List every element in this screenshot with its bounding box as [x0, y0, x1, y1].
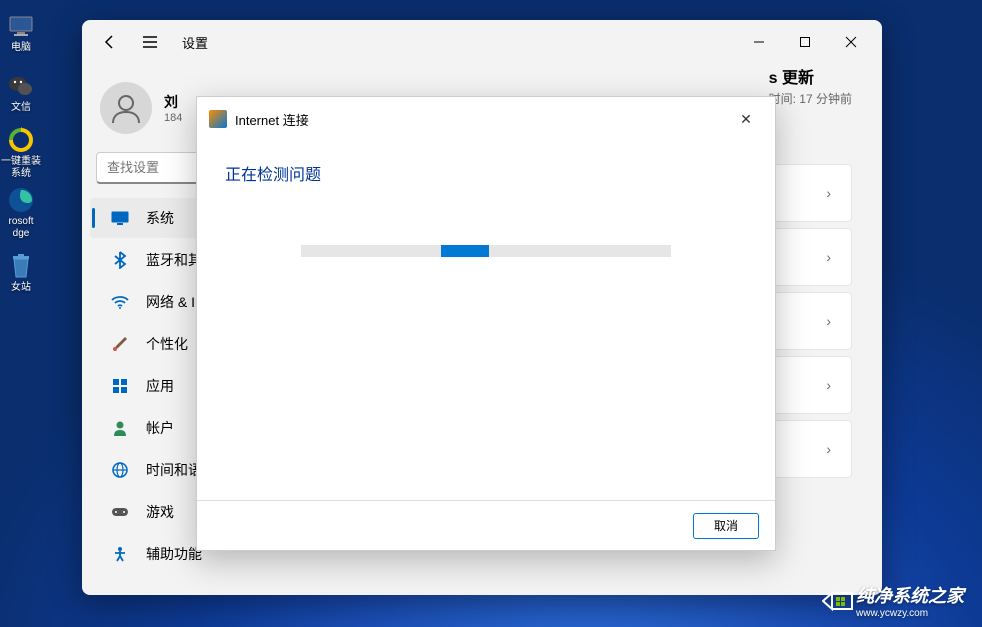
troubleshooter-icon — [209, 110, 227, 128]
windows-update-section: s 更新 时间: 17 分钟前 — [769, 64, 852, 107]
chevron-right-icon: › — [826, 249, 831, 265]
watermark-text: 纯净系统之家 — [856, 586, 964, 606]
back-button[interactable] — [90, 26, 130, 58]
desktop-icon-recycle[interactable]: 女站 — [0, 245, 42, 301]
settings-card[interactable]: › — [774, 228, 852, 286]
chevron-right-icon: › — [826, 441, 831, 457]
maximize-button[interactable] — [782, 26, 828, 58]
globe-icon — [110, 460, 130, 480]
dialog-body: 正在检测问题 — [197, 141, 775, 277]
troubleshooter-dialog: Internet 连接 ✕ 正在检测问题 取消 — [196, 96, 776, 551]
user-name: 刘 — [164, 92, 182, 112]
dialog-footer: 取消 — [197, 500, 775, 550]
avatar — [100, 82, 152, 134]
wechat-icon — [7, 72, 35, 100]
bluetooth-icon — [110, 250, 130, 270]
desktop-icons-column: 电脑 文信 一键重装系统 rosoft dge 女站 — [0, 0, 48, 305]
wifi-icon — [110, 292, 130, 312]
nav-label: 时间和语 — [146, 460, 202, 480]
nav-label: 个性化 — [146, 334, 188, 354]
close-button[interactable] — [828, 26, 874, 58]
accessibility-icon — [110, 544, 130, 564]
nav-label: 蓝牙和其 — [146, 250, 202, 270]
nav-label: 系统 — [146, 208, 174, 228]
titlebar: 设置 — [82, 20, 882, 64]
brush-icon — [110, 334, 130, 354]
progress-bar — [301, 245, 671, 257]
chevron-right-icon: › — [826, 313, 831, 329]
settings-card[interactable]: › — [774, 292, 852, 350]
progress-fill — [441, 245, 489, 257]
chevron-right-icon: › — [826, 377, 831, 393]
settings-card[interactable]: › — [774, 356, 852, 414]
person-icon — [110, 418, 130, 438]
system-icon — [110, 208, 130, 228]
dialog-heading: 正在检测问题 — [225, 161, 747, 185]
desktop-icon-label: 一键重装系统 — [0, 156, 42, 180]
desktop-icon-edge[interactable]: rosoft dge — [0, 185, 42, 241]
window-title: 设置 — [182, 33, 208, 52]
gaming-icon — [110, 502, 130, 522]
menu-button[interactable] — [130, 26, 170, 58]
cancel-button[interactable]: 取消 — [693, 513, 759, 539]
watermark-url: www.ycwzy.com — [856, 608, 964, 619]
nav-label: 帐户 — [146, 418, 174, 438]
desktop-icon-label: rosoft dge — [0, 216, 42, 240]
desktop-icon-reinstall[interactable]: 一键重装系统 — [0, 125, 42, 181]
update-subtitle: 时间: 17 分钟前 — [769, 90, 852, 107]
dialog-title: Internet 连接 — [235, 110, 309, 129]
settings-card[interactable]: › — [774, 420, 852, 478]
chevron-right-icon: › — [826, 185, 831, 201]
nav-label: 游戏 — [146, 502, 174, 522]
settings-card[interactable]: › — [774, 164, 852, 222]
desktop-icon-wechat[interactable]: 文信 — [0, 65, 42, 121]
nav-label: 网络 & In — [146, 292, 203, 312]
apps-icon — [110, 376, 130, 396]
computer-icon — [7, 12, 35, 40]
desktop-icon-computer[interactable]: 电脑 — [0, 5, 42, 61]
desktop-icon-label: 文信 — [11, 102, 31, 114]
desktop-icon-label: 女站 — [11, 282, 31, 294]
dialog-header: Internet 连接 ✕ — [197, 97, 775, 141]
recycle-bin-icon — [7, 252, 35, 280]
minimize-button[interactable] — [736, 26, 782, 58]
update-title: s 更新 — [769, 64, 852, 88]
window-controls — [736, 26, 874, 58]
desktop-icon-label: 电脑 — [11, 42, 31, 54]
edge-icon — [7, 186, 35, 214]
dialog-close-button[interactable]: ✕ — [729, 105, 763, 133]
watermark-icon — [822, 588, 848, 614]
reinstall-icon — [7, 126, 35, 154]
watermark: 纯净系统之家 www.ycwzy.com — [822, 582, 964, 619]
nav-label: 辅助功能 — [146, 544, 202, 564]
nav-label: 应用 — [146, 376, 174, 396]
user-sub: 184 — [164, 112, 182, 124]
